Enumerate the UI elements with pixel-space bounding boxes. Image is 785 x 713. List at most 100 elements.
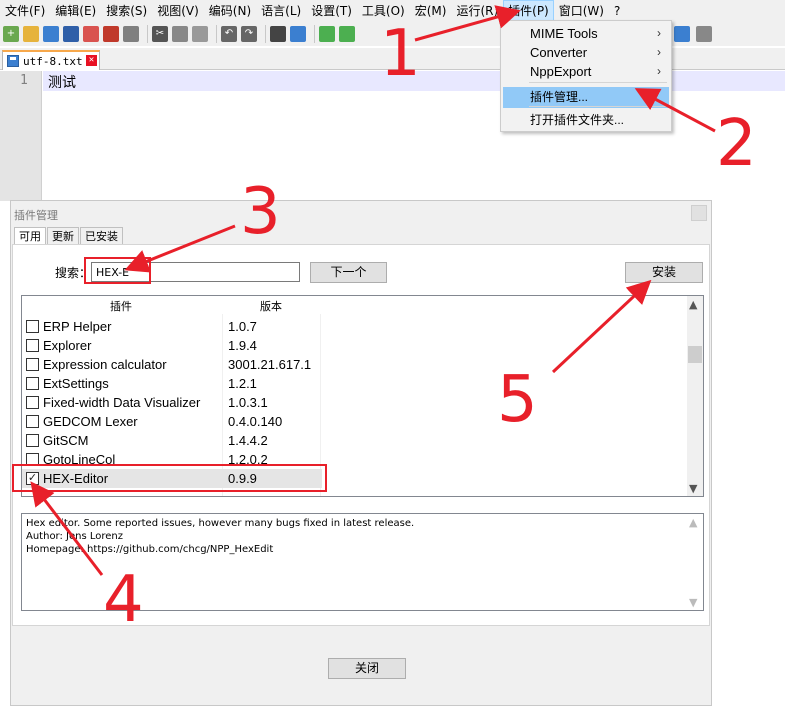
print-icon[interactable] [123,26,139,42]
scroll-down-icon[interactable]: ▼ [689,596,697,609]
menu-item-plugin-admin[interactable]: 插件管理... [503,87,669,108]
plugin-version: 1.0.3.1 [228,395,268,410]
line-number-gutter: 1 [0,71,42,201]
plugin-list-scrollbar[interactable]: ▲ ▼ [687,296,703,496]
install-button[interactable]: 安装 [625,262,703,283]
close-icon[interactable] [83,26,99,42]
description-line: Homepage: https://github.com/chcg/NPP_He… [26,544,274,555]
zoom-out-icon[interactable] [339,26,355,42]
new-file-icon[interactable]: + [3,26,19,42]
plugin-row-extsettings[interactable]: ExtSettings 1.2.1 [22,374,688,393]
save-all-icon[interactable] [63,26,79,42]
close-button[interactable]: 关闭 [328,658,406,679]
next-button[interactable]: 下一个 [310,262,387,283]
redo-icon[interactable]: ↷ [241,26,257,42]
column-header-version[interactable]: 版本 [260,298,282,314]
plugin-row-explorer[interactable]: Explorer 1.9.4 [22,336,688,355]
menu-search[interactable]: 搜索(S) [101,0,152,22]
toolbar-separator [147,25,148,43]
editor-line-text[interactable]: 测试 [48,72,76,92]
menu-separator [529,106,667,107]
plugin-checkbox[interactable] [26,320,39,333]
step-number-2: 2 [716,107,757,181]
plugin-checkbox[interactable] [26,377,39,390]
chevron-right-icon: › [657,45,661,59]
menu-item-label: NppExport [530,64,592,79]
dialog-title: 插件管理 [14,209,58,222]
cut-icon[interactable]: ✂ [152,26,168,42]
menu-file[interactable]: 文件(F) [0,0,50,22]
plugin-row-expression-calculator[interactable]: Expression calculator 3001.21.617.1 [22,355,688,374]
plugin-checkbox[interactable] [26,358,39,371]
menu-settings[interactable]: 设置(T) [306,0,357,22]
plugin-checkbox[interactable] [26,415,39,428]
macro-play-icon[interactable] [674,26,690,42]
tab-filename: utf-8.txt [23,54,83,68]
paste-icon[interactable] [192,26,208,42]
plugin-checkbox[interactable] [26,339,39,352]
menu-item-converter[interactable]: Converter › [503,42,669,63]
plugin-row-erp-helper[interactable]: ERP Helper 1.0.7 [22,317,688,336]
annotation-highlight-box [12,464,327,492]
find-icon[interactable] [270,26,286,42]
toolbar-separator [216,25,217,43]
macro-save-icon[interactable] [696,26,712,42]
menu-item-label: 打开插件文件夹... [530,113,625,127]
plugin-row-fixed-width-data-visualizer[interactable]: Fixed-width Data Visualizer 1.0.3.1 [22,393,688,412]
scroll-down-icon[interactable]: ▼ [689,482,697,495]
menu-help[interactable]: ? [609,0,625,22]
line-number: 1 [20,73,28,88]
save-icon[interactable] [43,26,59,42]
file-save-icon [7,55,19,67]
menu-view[interactable]: 视图(V) [152,0,204,22]
plugin-name: GEDCOM Lexer [43,414,138,429]
step-number-4: 4 [103,563,144,637]
dialog-close-icon[interactable] [691,205,707,221]
menu-window[interactable]: 窗口(W) [554,0,609,22]
tab-updates[interactable]: 更新 [47,227,79,245]
menu-item-label: MIME Tools [530,26,598,41]
plugin-name: Explorer [43,338,92,353]
copy-icon[interactable] [172,26,188,42]
plugin-name: GitSCM [43,433,89,448]
plugin-version: 3001.21.617.1 [228,357,312,372]
tab-utf8-txt[interactable]: utf-8.txt ✕ [2,50,100,70]
plugin-row-gitscm[interactable]: GitSCM 1.4.4.2 [22,431,688,450]
scrollbar-thumb[interactable] [688,346,702,363]
replace-icon[interactable] [290,26,306,42]
tab-installed[interactable]: 已安装 [80,227,123,245]
step-number-1: 1 [380,17,421,91]
plugin-checkbox[interactable] [26,434,39,447]
menu-item-label: 插件管理... [530,90,589,104]
description-line: Hex editor. Some reported issues, howeve… [26,518,415,529]
plugin-name: Expression calculator [43,357,167,372]
open-file-icon[interactable] [23,26,39,42]
scroll-up-icon[interactable]: ▲ [689,298,697,311]
plugin-name: ERP Helper [43,319,112,334]
plugin-row-gedcom-lexer[interactable]: GEDCOM Lexer 0.4.0.140 [22,412,688,431]
menu-item-label: Converter [530,45,588,60]
description-line: Author: Jens Lorenz [26,531,124,542]
scroll-up-icon[interactable]: ▲ [689,516,697,529]
menu-plugins[interactable]: 插件(P) [503,0,554,22]
undo-icon[interactable]: ↶ [221,26,237,42]
toolbar-separator [265,25,266,43]
menu-language[interactable]: 语言(L) [256,0,306,22]
plugin-version: 1.0.7 [228,319,257,334]
list-header: 插件 版本 [22,296,688,314]
plugin-name: Fixed-width Data Visualizer [43,395,201,410]
menu-edit[interactable]: 编辑(E) [50,0,101,22]
menu-item-open-plugins-folder[interactable]: 打开插件文件夹... [503,110,669,131]
column-header-plugin[interactable]: 插件 [110,298,132,314]
menu-item-mime-tools[interactable]: MIME Tools › [503,23,669,44]
plugin-checkbox[interactable] [26,396,39,409]
menu-run[interactable]: 运行(R) [451,0,503,22]
close-icon[interactable]: ✕ [86,55,97,66]
close-all-icon[interactable] [103,26,119,42]
menu-encoding[interactable]: 编码(N) [204,0,256,22]
zoom-in-icon[interactable] [319,26,335,42]
menu-item-nppexport[interactable]: NppExport › [503,61,669,82]
plugin-version: 1.9.4 [228,338,257,353]
description-scrollbar[interactable]: ▲ ▼ [687,514,703,610]
chevron-right-icon: › [657,26,661,40]
